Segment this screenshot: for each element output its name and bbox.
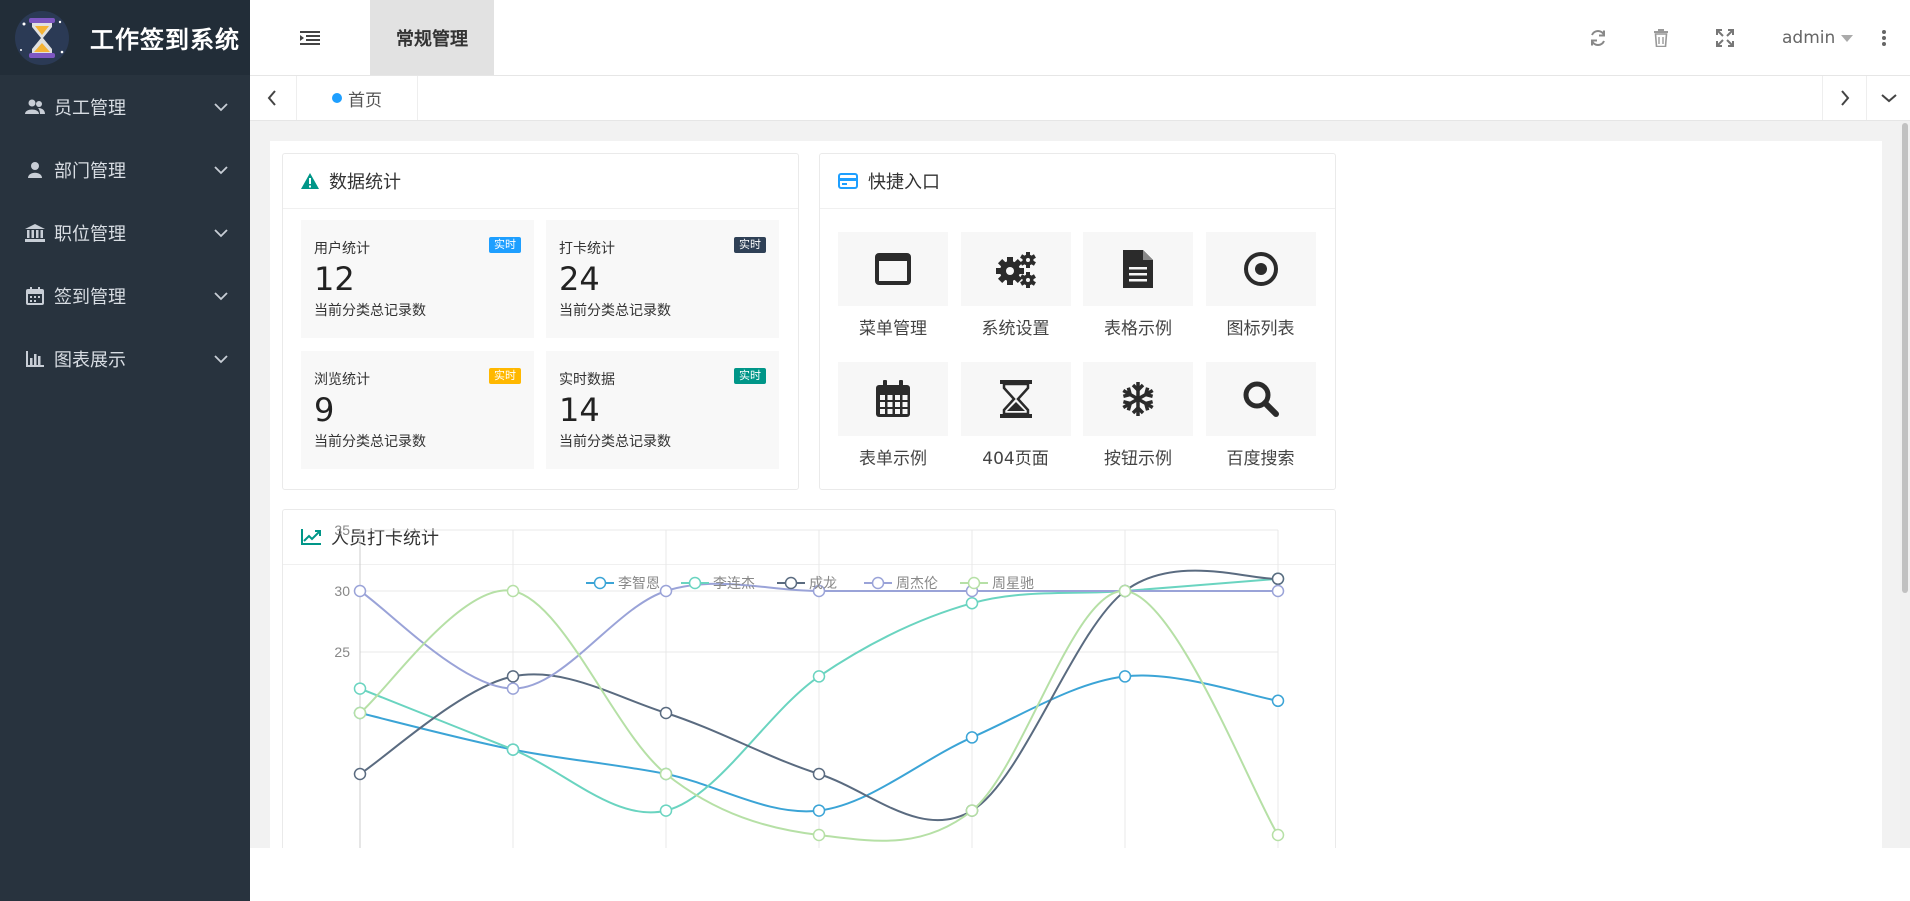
tab-bar: 首页 xyxy=(250,76,1910,121)
fullscreen-icon[interactable] xyxy=(1705,0,1745,75)
refresh-icon[interactable] xyxy=(1578,0,1618,75)
chevron-down-icon xyxy=(214,222,228,243)
data-point xyxy=(1271,828,1285,842)
legend-item[interactable]: 周杰伦 xyxy=(864,573,938,593)
data-point xyxy=(659,767,673,781)
bank-icon xyxy=(24,222,46,244)
data-point xyxy=(965,731,979,744)
legend-marker xyxy=(586,576,614,590)
data-point xyxy=(506,584,520,598)
scrollbar[interactable] xyxy=(1900,121,1910,848)
sidebar-item-users[interactable]: 员工管理 xyxy=(0,75,250,138)
data-point xyxy=(812,828,826,842)
data-point xyxy=(353,682,367,695)
tab-home-label: 首页 xyxy=(348,90,382,111)
menu-toggle-button[interactable] xyxy=(250,0,370,75)
username-label: admin xyxy=(1782,27,1836,48)
sidebar-item-label: 签到管理 xyxy=(54,286,126,308)
calendar-icon xyxy=(24,285,46,307)
data-point xyxy=(506,670,520,683)
data-point xyxy=(353,584,367,598)
hourglass-logo-icon xyxy=(12,10,72,66)
data-point xyxy=(659,804,673,817)
y-tick-label: 30 xyxy=(334,583,350,599)
user-dropdown[interactable]: admin xyxy=(1782,0,1854,75)
legend-label: 成龙 xyxy=(809,576,837,592)
legend-marker xyxy=(681,576,709,590)
data-point xyxy=(353,706,367,720)
legend-item[interactable]: 成龙 xyxy=(777,573,837,593)
sidebar-item-calendar[interactable]: 签到管理 xyxy=(0,264,250,327)
y-tick-label: 25 xyxy=(334,644,350,660)
attendance-line-chart: 35 30 25 xyxy=(334,522,1285,848)
data-point xyxy=(506,743,520,756)
more-vertical-icon[interactable] xyxy=(1864,0,1904,75)
caret-down-icon xyxy=(1841,28,1854,48)
legend-marker xyxy=(864,576,892,590)
legend-marker xyxy=(777,576,805,590)
trash-icon[interactable] xyxy=(1641,0,1681,75)
chevron-down-icon xyxy=(1881,94,1897,103)
data-point xyxy=(812,804,826,817)
legend-item[interactable]: 李智恩 xyxy=(586,573,660,593)
sidebar-item-user[interactable]: 部门管理 xyxy=(0,138,250,201)
y-tick-label: 35 xyxy=(334,522,350,538)
active-dot xyxy=(332,93,342,103)
chevron-right-icon xyxy=(1841,90,1850,106)
chevron-left-icon xyxy=(267,90,276,106)
data-point xyxy=(1118,670,1132,683)
users-icon xyxy=(24,96,46,118)
data-point xyxy=(353,767,367,781)
sidebar-item-bar-chart[interactable]: 图表展示 xyxy=(0,327,250,390)
data-point xyxy=(1118,584,1132,598)
tab-scroll-left-button[interactable] xyxy=(250,76,294,120)
logo-area[interactable]: 工作签到系统 xyxy=(0,0,250,75)
top-header: 常规管理 admin xyxy=(250,0,1910,76)
user-icon xyxy=(24,159,46,181)
data-point xyxy=(506,682,520,695)
sidebar-item-label: 图表展示 xyxy=(54,349,126,371)
legend-label: 李连杰 xyxy=(713,576,755,592)
data-point xyxy=(812,767,826,781)
data-point xyxy=(1271,694,1285,708)
scrollbar-thumb[interactable] xyxy=(1902,123,1908,593)
bar-chart-icon xyxy=(24,348,46,370)
indent-icon xyxy=(300,30,320,45)
legend-item[interactable]: 李连杰 xyxy=(681,573,755,593)
legend-label: 周星驰 xyxy=(992,576,1034,592)
sidebar-item-label: 员工管理 xyxy=(54,97,126,119)
tab-home[interactable]: 首页 xyxy=(296,76,418,120)
tab-scroll-right-button[interactable] xyxy=(1822,76,1867,120)
legend-label: 周杰伦 xyxy=(896,576,938,592)
data-point xyxy=(812,670,826,683)
sidebar-item-bank[interactable]: 职位管理 xyxy=(0,201,250,264)
content-area: 数据统计 用户统计 实时 12 当前分类总记录数 打卡统计 实时 24 当前分类总记录数 浏览统… xyxy=(250,121,1900,848)
chevron-down-icon xyxy=(214,285,228,306)
tab-options-button[interactable] xyxy=(1866,76,1910,120)
legend-item[interactable]: 周星驰 xyxy=(960,573,1034,593)
chevron-down-icon xyxy=(214,348,228,369)
legend-marker xyxy=(960,576,988,590)
legend-label: 李智恩 xyxy=(618,576,660,592)
sidebar: 工作签到系统 员工管理部门管理职位管理签到管理图表展示 xyxy=(0,0,250,901)
chevron-down-icon xyxy=(214,159,228,180)
data-point xyxy=(965,804,979,817)
app-title: 工作签到系统 xyxy=(90,26,240,54)
sidebar-item-label: 职位管理 xyxy=(54,223,126,245)
data-point xyxy=(659,584,673,598)
data-point xyxy=(659,706,673,720)
data-point xyxy=(1271,584,1285,598)
data-point xyxy=(1271,572,1285,586)
data-point xyxy=(965,596,979,610)
chevron-down-icon xyxy=(214,96,228,117)
sidebar-item-label: 部门管理 xyxy=(54,160,126,182)
tab-general-management[interactable]: 常规管理 xyxy=(370,0,494,75)
